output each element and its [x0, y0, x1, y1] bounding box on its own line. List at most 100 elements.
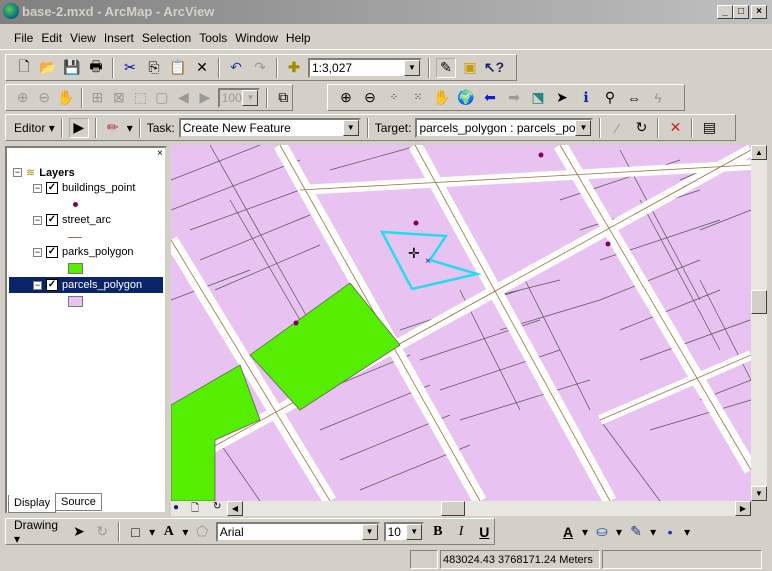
text-icon[interactable]: A [159, 522, 178, 542]
maximize-button[interactable]: □ [733, 5, 749, 19]
menu-window[interactable]: Window [235, 31, 278, 45]
chevron-down-icon[interactable]: ▾ [127, 121, 133, 135]
pan-icon[interactable]: ✋ [432, 88, 452, 108]
back-arrow-icon[interactable]: ⬅ [480, 88, 500, 108]
edit-tool-icon[interactable]: ▶ [68, 117, 89, 138]
hyperlink-icon[interactable]: ϟ [648, 88, 668, 108]
collapse-icon[interactable]: − [33, 280, 42, 290]
menu-file[interactable]: File [14, 31, 33, 45]
fixed-zoom-in-icon[interactable]: ⁘ [384, 88, 404, 108]
underline-button[interactable]: U [475, 522, 494, 542]
attributes-icon[interactable]: ▤ [699, 118, 719, 138]
chevron-down-icon[interactable]: ▼ [575, 119, 592, 136]
toc-layer-parcels[interactable]: − ✓ parcels_polygon [9, 277, 163, 293]
chevron-down-icon[interactable]: ▾ [582, 525, 588, 539]
sketch-tool-icon[interactable]: ✏ [103, 118, 123, 138]
collapse-icon[interactable]: − [33, 215, 42, 225]
chevron-down-icon[interactable]: ▼ [342, 119, 359, 136]
next-extent-layout-icon[interactable]: ▶ [196, 88, 214, 108]
delete-icon[interactable]: ✕ [192, 58, 212, 78]
menu-selection[interactable]: Selection [142, 31, 191, 45]
toc-layer-buildings[interactable]: − ✓ buildings_point [33, 182, 135, 194]
task-combo[interactable]: Create New Feature ▼ [178, 117, 361, 138]
chevron-down-icon[interactable]: ▾ [684, 525, 690, 539]
scroll-left-icon[interactable]: ◀ [227, 501, 243, 516]
chevron-down-icon[interactable]: ▼ [242, 89, 259, 106]
fixed-zoom-in-layout-icon[interactable]: ⊠ [110, 88, 128, 108]
paste-icon[interactable]: 📋 [168, 58, 188, 78]
add-data-icon[interactable]: ✚ [284, 58, 304, 78]
chevron-down-icon[interactable]: ▾ [650, 525, 656, 539]
zoom-out-icon[interactable]: ⊖ [360, 88, 380, 108]
layer-checkbox[interactable]: ✓ [46, 279, 58, 291]
line-color-icon[interactable]: ✎ [626, 522, 646, 542]
data-view-icon[interactable]: ● [173, 502, 179, 513]
layer-name[interactable]: parcels_polygon [62, 279, 142, 291]
map-canvas[interactable]: ✛ × [171, 145, 751, 501]
horizontal-scroll-thumb[interactable] [441, 501, 465, 516]
layout-view-icon[interactable]: 🗋 [191, 501, 199, 518]
select-elements-icon[interactable]: ➤ [69, 522, 88, 542]
layers-root[interactable]: Layers [39, 167, 74, 179]
pan-layout-icon[interactable]: ✋ [57, 88, 75, 108]
collapse-icon[interactable]: − [33, 183, 42, 193]
zoom-in-icon[interactable]: ⊕ [336, 88, 356, 108]
bold-button[interactable]: B [428, 522, 447, 542]
zoom-percent-combo[interactable]: 100% ▼ [217, 87, 261, 108]
toc-layer-street[interactable]: − ✓ street_arc [33, 214, 111, 226]
print-icon[interactable]: 🖶 [86, 58, 106, 78]
layer-name[interactable]: parks_polygon [62, 246, 134, 258]
redo-icon[interactable]: ↷ [250, 58, 270, 78]
menu-tools[interactable]: Tools [199, 31, 227, 45]
scroll-right-icon[interactable]: ▶ [735, 501, 751, 516]
layer-checkbox[interactable]: ✓ [46, 246, 58, 258]
chevron-down-icon[interactable]: ▼ [361, 523, 378, 540]
rectangle-icon[interactable]: □ [126, 522, 145, 542]
font-color-icon[interactable]: A [558, 522, 578, 542]
refresh-icon[interactable]: ↻ [213, 501, 221, 512]
chevron-down-icon[interactable]: ▼ [404, 59, 420, 76]
zoom-in-layout-icon[interactable]: ⊕ [14, 88, 32, 108]
minimize-button[interactable]: _ [717, 5, 733, 19]
layer-name[interactable]: street_arc [62, 214, 111, 226]
scroll-down-icon[interactable]: ▼ [751, 486, 767, 501]
sketch-properties-icon[interactable]: ✕ [665, 118, 685, 138]
arctoolbox-icon[interactable]: ▣ [460, 58, 480, 78]
chevron-down-icon[interactable]: ▾ [616, 525, 622, 539]
change-layout-icon[interactable]: ⧉ [274, 88, 292, 108]
new-icon[interactable]: 🗋 [14, 58, 34, 78]
zoom-whole-page-icon[interactable]: ⊞ [89, 88, 107, 108]
select-elements-icon[interactable]: ➤ [552, 88, 572, 108]
chevron-down-icon[interactable]: ▾ [149, 525, 155, 539]
open-icon[interactable]: 📂 [38, 58, 58, 78]
drawing-menu[interactable]: Drawing ▾ [14, 518, 65, 546]
tab-display[interactable]: Display [8, 495, 57, 513]
fill-color-icon[interactable]: ⛀ [592, 522, 612, 542]
italic-button[interactable]: I [451, 522, 470, 542]
editor-menu[interactable]: Editor ▾ [14, 121, 55, 135]
rotate-tool-icon[interactable]: ↻ [631, 118, 651, 138]
identify-icon[interactable]: ℹ [576, 88, 596, 108]
font-combo[interactable]: Arial ▼ [215, 521, 380, 542]
menu-edit[interactable]: Edit [41, 31, 62, 45]
full-extent-icon[interactable]: 🌍 [456, 88, 476, 108]
zoom-100-icon[interactable]: ▢ [153, 88, 171, 108]
cut-icon[interactable]: ✂ [120, 58, 140, 78]
menu-help[interactable]: Help [286, 31, 311, 45]
menu-insert[interactable]: Insert [104, 31, 134, 45]
fixed-zoom-out-layout-icon[interactable]: ⬚ [132, 88, 150, 108]
whats-this-icon[interactable]: ↖? [484, 58, 504, 78]
layer-checkbox[interactable]: ✓ [46, 182, 58, 194]
target-combo[interactable]: parcels_polygon : parcels_polyç ▼ [415, 117, 594, 138]
save-icon[interactable]: 💾 [62, 58, 82, 78]
forward-arrow-icon[interactable]: ➡ [504, 88, 524, 108]
chevron-down-icon[interactable]: ▼ [406, 523, 423, 540]
undo-icon[interactable]: ↶ [226, 58, 246, 78]
layer-checkbox[interactable]: ✓ [46, 214, 58, 226]
rotate-icon[interactable]: ↻ [93, 522, 112, 542]
scroll-up-icon[interactable]: ▲ [751, 145, 767, 160]
map-view[interactable]: ✛ × [171, 145, 751, 501]
fixed-zoom-out-icon[interactable]: ⁙ [408, 88, 428, 108]
scale-combo[interactable]: 1:3,027 ▼ [308, 57, 422, 78]
select-features-icon[interactable]: ⬔ [528, 88, 548, 108]
